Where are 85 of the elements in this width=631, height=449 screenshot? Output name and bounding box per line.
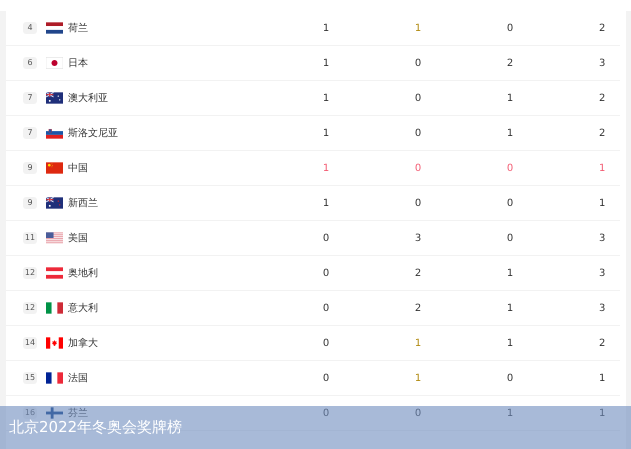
rank-badge: 12 [23,302,37,314]
total-count: 1 [598,162,606,174]
rank-badge: 14 [23,337,37,349]
total-count: 1 [598,198,606,208]
country-name: 美国 [68,232,88,245]
medal-count: 1 [506,302,514,314]
medal-count: 1 [414,372,422,384]
flag-icon [46,127,63,139]
flag-icon [46,162,63,174]
total-count: 3 [598,232,606,244]
medal-count: 0 [414,58,422,68]
medal-count: 2 [506,58,514,68]
country-name: 中国 [68,162,88,175]
medal-count: 0 [322,232,330,244]
medal-count: 0 [322,268,330,278]
total-count: 3 [598,302,606,314]
country-name: 新西兰 [68,196,98,210]
medal-count: 2 [414,268,422,278]
country-name: 法国 [68,372,88,385]
medal-count: 1 [322,198,330,208]
medal-count: 0 [414,408,422,418]
country-name: 芬兰 [68,406,88,420]
medal-count: 1 [322,22,330,34]
medal-count: 0 [414,128,422,138]
flag-icon [46,92,63,104]
medal-count: 0 [414,198,422,208]
medal-count: 1 [322,58,330,68]
country-name: 日本 [68,56,88,70]
flag-icon [46,337,63,349]
medal-count: 1 [322,128,330,138]
flag-icon [46,22,63,34]
medal-count: 0 [322,408,330,418]
medal-count: 2 [414,302,422,314]
rank-badge: 6 [23,57,37,69]
flag-icon [46,372,63,384]
total-count: 2 [598,92,606,104]
country-name: 加拿大 [68,336,98,350]
caption: 北京2022年冬奥会奖牌榜 [9,418,182,437]
medal-count: 0 [414,92,422,104]
medal-count: 1 [506,338,514,348]
rank-badge: 16 [23,407,37,419]
medal-count: 0 [414,162,422,174]
total-count: 3 [598,268,606,278]
medal-count: 3 [414,232,422,244]
medal-count: 1 [506,128,514,138]
flag-icon [46,232,63,244]
medal-count: 0 [506,22,514,34]
total-count: 3 [598,58,606,68]
medal-count: 1 [414,338,422,348]
country-name: 荷兰 [68,22,88,35]
rank-badge: 7 [23,127,37,139]
medal-count: 1 [322,162,330,174]
total-count: 2 [598,338,606,348]
medal-count: 1 [322,92,330,104]
rank-badge: 7 [23,92,37,104]
flag-icon [46,267,63,279]
flag-icon [46,302,63,314]
medal-count: 0 [506,232,514,244]
country-name: 斯洛文尼亚 [68,126,118,140]
rank-badge: 15 [23,372,37,384]
total-count: 2 [598,128,606,138]
rank-badge: 9 [23,162,37,174]
rank-badge: 4 [23,22,37,34]
medal-count: 0 [506,198,514,208]
rank-badge: 12 [23,267,37,279]
total-count: 2 [598,22,606,34]
medal-count: 0 [506,372,514,384]
flag-icon [46,57,63,69]
medal-count: 0 [322,372,330,384]
flag-icon [46,407,63,419]
total-count: 1 [598,408,606,418]
medal-count: 1 [414,22,422,34]
flag-icon [46,197,63,209]
medal-count: 0 [506,162,514,174]
medal-count: 1 [506,92,514,104]
rank-badge: 9 [23,197,37,209]
country-name: 澳大利亚 [68,92,108,105]
medal-count: 0 [322,338,330,348]
medal-count: 1 [506,408,514,418]
rank-badge: 11 [23,232,37,244]
country-name: 意大利 [68,302,98,315]
total-count: 1 [598,372,606,384]
country-name: 奥地利 [68,266,98,280]
medal-count: 0 [322,302,330,314]
medal-count: 1 [506,268,514,278]
